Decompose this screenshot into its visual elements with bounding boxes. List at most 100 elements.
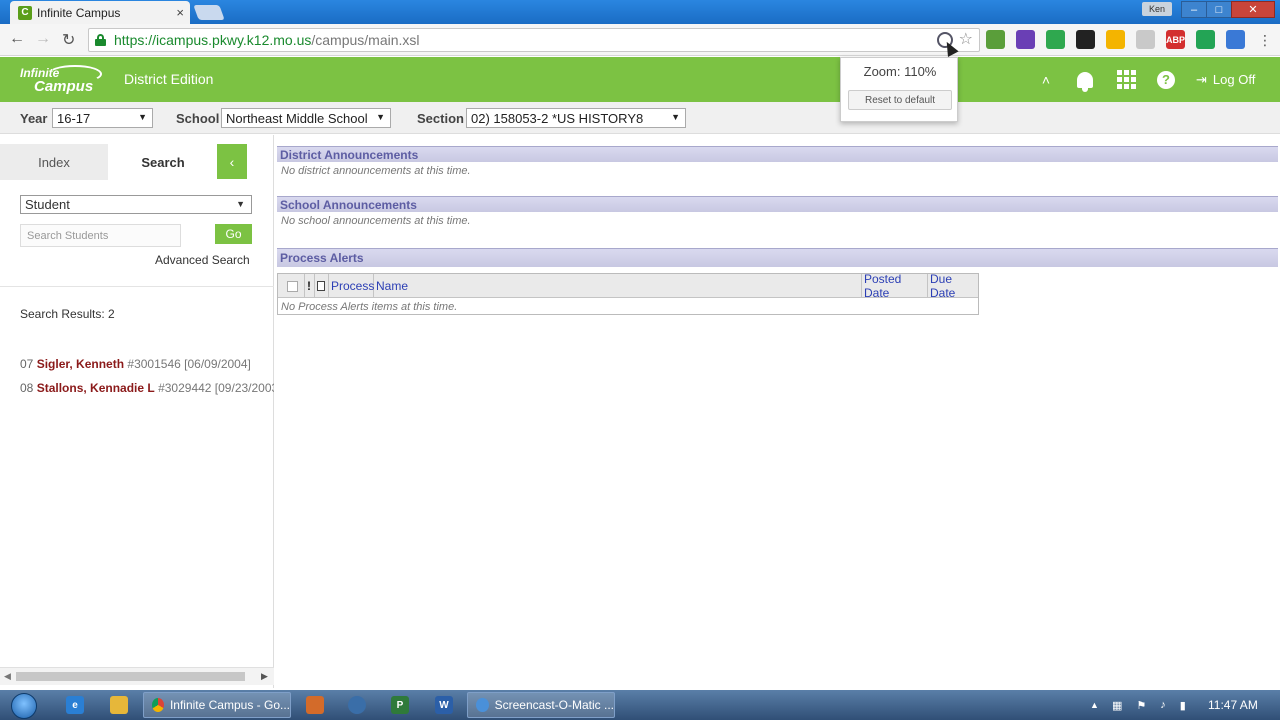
log-off-button[interactable]: ⇥ Log Off	[1196, 57, 1255, 102]
campus-favicon-icon: C	[18, 5, 32, 20]
list-item[interactable]: 08 Stallons, Kennadie L #3029442 [09/23/…	[20, 381, 274, 395]
bookmark-star-icon[interactable]: ☆	[959, 32, 973, 48]
collapse-panel-button[interactable]: ‹	[217, 144, 247, 179]
taskbar-item-screencast[interactable]: Screencast-O-Matic ...	[467, 692, 615, 718]
tab-index[interactable]: Index	[0, 144, 108, 180]
column-name[interactable]: Name	[374, 274, 862, 298]
scroll-thumb[interactable]	[16, 672, 245, 681]
result-name[interactable]: Stallons, Kennadie L	[37, 381, 155, 395]
taskbar-item-chrome[interactable]: Infinite Campus - Go...	[143, 692, 291, 718]
tab-search[interactable]: Search	[108, 144, 218, 180]
back-arrow-icon[interactable]: ←	[9, 30, 25, 48]
result-meta: #3029442 [09/23/2003]	[158, 381, 274, 395]
profile-badge[interactable]: Ken	[1142, 2, 1172, 16]
extension-icon[interactable]	[1136, 30, 1155, 49]
volume-icon[interactable]: ♪	[1160, 699, 1166, 711]
network-icon[interactable]: ▦	[1112, 699, 1122, 712]
school-label: School	[176, 111, 220, 126]
signal-icon[interactable]: ▮	[1180, 699, 1186, 712]
chevron-down-icon: ▼	[138, 112, 147, 122]
document-icon[interactable]	[315, 274, 329, 298]
school-announcements-header: School Announcements	[277, 196, 1278, 212]
zoom-level-text: Zoom: 110%	[863, 64, 937, 79]
result-grade: 08	[20, 381, 34, 395]
scroll-right-icon[interactable]: ▶	[261, 671, 268, 682]
school-announcements-message: No school announcements at this time.	[281, 215, 471, 227]
taskbar-clock[interactable]: 11:47 AM	[1208, 690, 1258, 720]
url-host: https://icampus.pkwy.k12.mo.us	[114, 32, 312, 48]
start-button[interactable]	[4, 691, 44, 720]
list-item[interactable]: 07 Sigler, Kenneth #3001546 [06/09/2004]	[20, 357, 274, 371]
collapse-header-icon[interactable]: ˄	[1034, 57, 1058, 102]
extension-icon[interactable]	[1196, 30, 1215, 49]
tray-expand-icon[interactable]: ▲	[1090, 690, 1099, 720]
search-students-input[interactable]: Search Students	[20, 224, 181, 247]
scroll-left-icon[interactable]: ◀	[4, 671, 11, 682]
result-name[interactable]: Sigler, Kenneth	[37, 357, 124, 371]
column-due-date[interactable]: Due Date	[928, 272, 978, 300]
chrome-icon	[152, 698, 164, 712]
taskbar-item-label: Screencast-O-Matic ...	[494, 698, 614, 712]
windows-taskbar: e Infinite Campus - Go... P W Screencast…	[0, 690, 1280, 720]
close-window-button[interactable]: ✕	[1231, 1, 1275, 18]
extension-icon[interactable]: ABP	[1166, 30, 1185, 49]
minimize-button[interactable]: –	[1181, 1, 1207, 18]
select-all-checkbox[interactable]	[278, 274, 305, 298]
app-grid-icon[interactable]	[1117, 57, 1139, 102]
go-button[interactable]: Go	[215, 224, 252, 244]
extension-icon[interactable]	[1076, 30, 1095, 49]
section-value: 02) 158053-2 *US HISTORY8	[471, 110, 644, 126]
column-process[interactable]: Process	[329, 274, 374, 298]
horizontal-scrollbar[interactable]: ◀ ▶	[0, 667, 274, 685]
priority-column-header[interactable]: !	[305, 274, 315, 298]
new-tab-button[interactable]	[193, 5, 225, 20]
help-icon[interactable]: ?	[1157, 57, 1177, 102]
taskbar-item-label: Infinite Campus - Go...	[169, 698, 290, 712]
maximize-button[interactable]: □	[1206, 1, 1232, 18]
address-bar[interactable]: https://icampus.pkwy.k12.mo.us /campus/m…	[88, 28, 980, 52]
browser-menu-icon[interactable]: ⋮	[1258, 32, 1272, 49]
context-bar: Year 16-17 ▼ School Northeast Middle Sch…	[0, 102, 1280, 134]
search-type-select[interactable]: Student ▼	[20, 195, 252, 214]
extension-icons: ABP	[986, 30, 1245, 49]
advanced-search-link[interactable]: Advanced Search	[155, 253, 250, 267]
internet-explorer-icon[interactable]: e	[66, 696, 84, 714]
secure-lock-icon	[95, 34, 106, 46]
messenger-icon[interactable]	[348, 696, 366, 714]
system-tray-icons[interactable]: ▦ ⚑ ♪ ▮	[1112, 690, 1186, 720]
tab-title: Infinite Campus	[37, 5, 121, 20]
paint-icon[interactable]	[306, 696, 324, 714]
year-select[interactable]: 16-17 ▼	[52, 108, 153, 128]
reload-icon[interactable]: ↻	[62, 30, 75, 50]
browser-tab-infinite-campus[interactable]: C Infinite Campus ×	[10, 1, 190, 24]
notification-bell-icon[interactable]	[1074, 57, 1096, 102]
search-results-count: Search Results: 2	[20, 307, 115, 321]
column-posted-date[interactable]: Posted Date	[862, 272, 928, 300]
result-meta: #3001546 [06/09/2004]	[127, 357, 251, 371]
extension-icon[interactable]	[1226, 30, 1245, 49]
forward-arrow-icon[interactable]: →	[35, 30, 51, 48]
district-announcements-header: District Announcements	[277, 146, 1278, 162]
project-icon[interactable]: P	[391, 696, 409, 714]
flag-icon[interactable]: ⚑	[1136, 699, 1146, 712]
school-select[interactable]: Northeast Middle School ▼	[221, 108, 391, 128]
tab-close-icon[interactable]: ×	[176, 5, 184, 20]
year-value: 16-17	[57, 110, 91, 126]
word-icon[interactable]: W	[435, 696, 453, 714]
result-grade: 07	[20, 357, 34, 371]
left-panel: Index Search ‹ Student ▼ Search Students…	[0, 135, 274, 688]
extension-icon[interactable]	[1016, 30, 1035, 49]
file-explorer-icon[interactable]	[110, 696, 128, 714]
extension-icon[interactable]	[1046, 30, 1065, 49]
divider	[0, 286, 274, 287]
zoom-popup: Zoom: 110% Reset to default	[840, 57, 958, 122]
url-path: /campus/main.xsl	[311, 32, 420, 48]
reset-zoom-button[interactable]: Reset to default	[848, 90, 952, 110]
process-alerts-table: ! Process Name Posted Date Due Date No P…	[277, 272, 979, 315]
school-value: Northeast Middle School	[226, 110, 368, 126]
chevron-down-icon: ▼	[671, 112, 680, 122]
process-alerts-header: Process Alerts	[277, 248, 1278, 267]
extension-icon[interactable]	[986, 30, 1005, 49]
section-select[interactable]: 02) 158053-2 *US HISTORY8 ▼	[466, 108, 686, 128]
extension-icon[interactable]	[1106, 30, 1125, 49]
